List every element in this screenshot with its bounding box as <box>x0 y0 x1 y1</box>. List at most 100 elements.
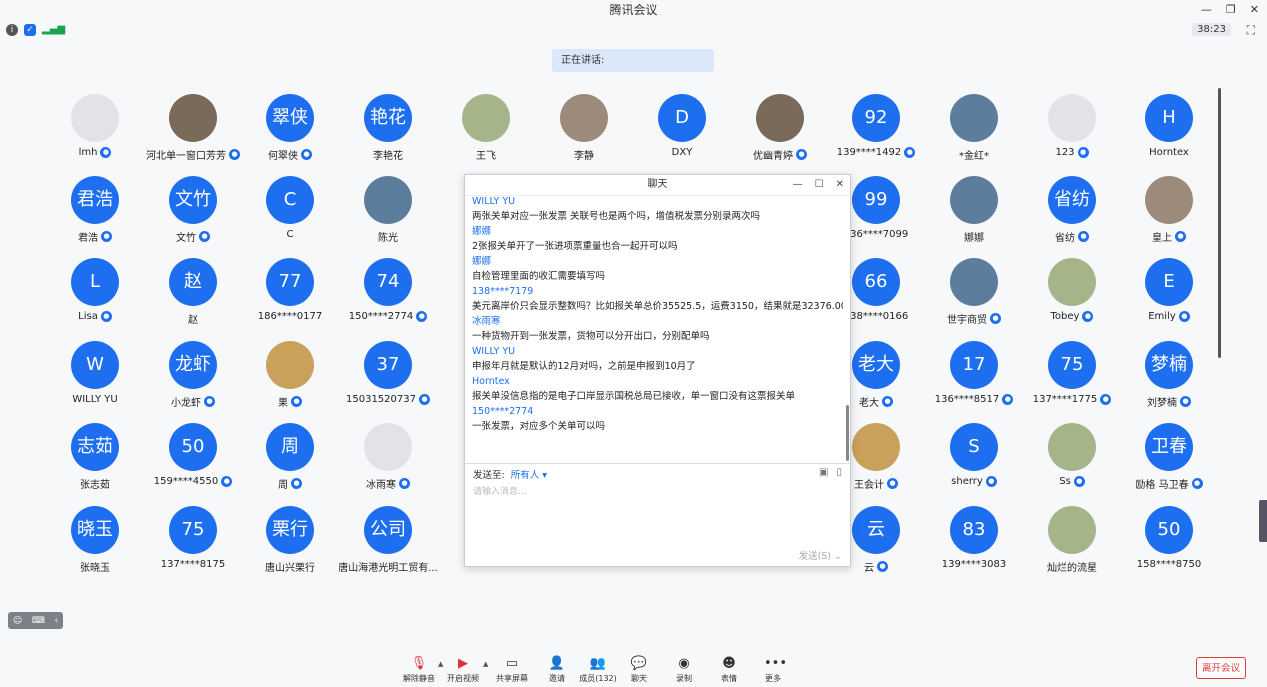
chat-minimize-icon[interactable]: — <box>793 175 803 195</box>
participant-tile[interactable]: 文竹 文竹 ● <box>138 176 248 256</box>
chat-title-bar[interactable]: 聊天 — ☐ ✕ <box>465 175 850 196</box>
participant-tile[interactable]: W WILLY YU <box>40 341 150 421</box>
chat-maximize-icon[interactable]: ☐ <box>815 175 824 195</box>
participant-tile[interactable]: 艳花 李艳花 <box>333 94 443 174</box>
chat-sender[interactable]: 娜娜 <box>472 225 843 239</box>
participant-tile[interactable]: 果 ● <box>235 341 345 421</box>
participant-tile[interactable]: 晓玉 张晓玉 <box>40 506 150 586</box>
participant-tile[interactable]: 翠侠 何翠侠 ● <box>235 94 345 174</box>
close-icon[interactable]: ✕ <box>1250 0 1259 20</box>
more-button[interactable]: ••• 更多 <box>753 656 793 684</box>
participant-tile[interactable]: 83 139****3083 <box>919 506 1029 586</box>
chat-input[interactable]: 请输入消息... <box>473 484 527 497</box>
participant-tile[interactable]: 卫春 励格 马卫春 ● <box>1114 423 1224 503</box>
reactions-button[interactable]: ☻ 表情 <box>709 656 749 684</box>
chat-sender[interactable]: 138****7179 <box>472 285 843 299</box>
participant-tile[interactable]: 37 15031520737 ● <box>333 341 443 421</box>
participant-tile[interactable]: 李静 <box>529 94 639 174</box>
participant-tile[interactable]: Ss ● <box>1017 423 1127 503</box>
keyboard-icon[interactable]: ⌨ <box>32 616 45 626</box>
signal-icon[interactable]: ▂▄▆ <box>42 24 65 35</box>
participant-name-row: 123 ● <box>1017 147 1127 158</box>
chat-message-list[interactable]: WILLY YU 两张关单对应一张发票 关联号也是两个吗，增值税发票分别录两次吗娜… <box>465 195 850 463</box>
chat-message-text: 申报年月就是默认的12月对吗，之前是申报到10月了 <box>472 361 696 372</box>
image-icon[interactable]: ▣ <box>819 467 828 478</box>
start-video-button[interactable]: ▶ 开启视频 <box>443 656 483 684</box>
shield-icon[interactable]: ✓ <box>24 24 36 36</box>
participant-tile[interactable]: 92 139****1492 ● <box>821 94 931 174</box>
invite-button[interactable]: 👤 邀请 <box>537 656 577 684</box>
send-button[interactable]: 发送(S) ⌄ <box>799 548 842 562</box>
participant-tile[interactable]: 77 186****0177 <box>235 258 345 338</box>
participant-tile[interactable]: H Horntex <box>1114 94 1224 174</box>
participant-name: 皇上 <box>1152 233 1172 244</box>
face-icon[interactable]: ☺ <box>13 616 22 626</box>
participant-tile[interactable]: 世宇商贸 ● <box>919 258 1029 338</box>
participant-tile[interactable]: 17 136****8517 ● <box>919 341 1029 421</box>
avatar: 艳花 <box>364 94 412 142</box>
participant-name: 李艳花 <box>373 151 403 162</box>
view-toggle-control[interactable]: ☺ ⌨ ‹ <box>8 612 63 629</box>
record-button[interactable]: ◉ 录制 <box>664 656 704 684</box>
participant-tile[interactable]: 省纺 省纺 ● <box>1017 176 1127 256</box>
grid-scrollbar[interactable] <box>1218 88 1221 358</box>
participant-tile[interactable]: 74 150****2774 ● <box>333 258 443 338</box>
participant-tile[interactable]: 梦楠 刘梦楠 ● <box>1114 341 1224 421</box>
participant-tile[interactable]: 陈光 <box>333 176 443 256</box>
chat-sender[interactable]: WILLY YU <box>472 345 843 359</box>
participant-tile[interactable]: 龙虾 小龙虾 ● <box>138 341 248 421</box>
participant-tile[interactable]: 123 ● <box>1017 94 1127 174</box>
mic-icon: ● <box>1078 231 1089 242</box>
side-panel-handle[interactable] <box>1259 500 1267 542</box>
participant-tile[interactable]: 优幽青婷 ● <box>725 94 835 174</box>
avatar: 君浩 <box>71 176 119 224</box>
participant-tile[interactable]: 栗行 唐山兴栗行 <box>235 506 345 586</box>
participant-tile[interactable]: 50 159****4550 ● <box>138 423 248 503</box>
participant-tile[interactable]: 75 137****1775 ● <box>1017 341 1127 421</box>
participant-name: 省纺 <box>1055 233 1075 244</box>
participant-tile[interactable]: D DXY <box>627 94 737 174</box>
file-icon[interactable]: ▯ <box>836 467 842 478</box>
unmute-button[interactable]: 🎙 解除静音 <box>399 656 439 684</box>
leave-meeting-button[interactable]: 离开会议 <box>1196 657 1246 679</box>
participant-tile[interactable]: lmh ● <box>40 94 150 174</box>
chat-button[interactable]: 💬 聊天 <box>619 656 659 684</box>
chat-sender[interactable]: 150****2774 <box>472 405 843 419</box>
participant-tile[interactable]: Ssherry ● <box>919 423 1029 503</box>
participant-tile[interactable]: 王飞 <box>431 94 541 174</box>
chat-sender[interactable]: Horntex <box>472 375 843 389</box>
participant-tile[interactable]: 皇上 ● <box>1114 176 1224 256</box>
participant-tile[interactable]: L Lisa ● <box>40 258 150 338</box>
participant-tile[interactable]: 赵赵 <box>138 258 248 338</box>
send-to-dropdown[interactable]: 所有人 ▾ <box>511 470 547 481</box>
participant-tile[interactable]: Tobey ● <box>1017 258 1127 338</box>
participant-tile[interactable]: 冰雨寒 ● <box>333 423 443 503</box>
chat-scrollbar[interactable] <box>846 405 849 461</box>
chat-sender[interactable]: 娜娜 <box>472 255 843 269</box>
participant-tile[interactable]: 灿烂的流星 <box>1017 506 1127 586</box>
restore-icon[interactable]: ❐ <box>1226 0 1236 20</box>
minimize-icon[interactable]: — <box>1201 0 1212 20</box>
participant-tile[interactable]: 公司 唐山海港光明工贸有... <box>333 506 443 586</box>
mic-icon: ● <box>221 476 233 487</box>
chat-sender[interactable]: 冰雨寒 <box>472 315 843 329</box>
participant-tile[interactable]: 君浩 君浩 ● <box>40 176 150 256</box>
chat-sender[interactable]: WILLY YU <box>472 195 843 209</box>
participant-name-row: 娜娜 <box>919 229 1029 244</box>
participant-tile[interactable]: 河北单一窗口芳芳 ● <box>138 94 248 174</box>
info-icon[interactable]: i <box>6 24 18 36</box>
share-screen-button[interactable]: ▭ 共享屏幕 <box>492 656 532 684</box>
participant-tile[interactable]: 75 137****8175 <box>138 506 248 586</box>
fullscreen-icon[interactable]: ⛶ <box>1247 23 1255 38</box>
participant-tile[interactable]: 娜娜 <box>919 176 1029 256</box>
members-button[interactable]: 👥 成员(132) <box>578 656 618 684</box>
participant-tile[interactable]: 50 158****8750 <box>1114 506 1224 586</box>
participant-tile[interactable]: CC <box>235 176 345 256</box>
video-options-icon[interactable]: ▲ <box>483 660 488 668</box>
chevron-left-icon[interactable]: ‹ <box>55 616 59 626</box>
participant-tile[interactable]: *金红* <box>919 94 1029 174</box>
participant-tile[interactable]: E Emily ● <box>1114 258 1224 338</box>
chat-close-icon[interactable]: ✕ <box>836 175 844 195</box>
participant-tile[interactable]: 周周 ● <box>235 423 345 503</box>
participant-tile[interactable]: 志茹 张志茹 <box>40 423 150 503</box>
